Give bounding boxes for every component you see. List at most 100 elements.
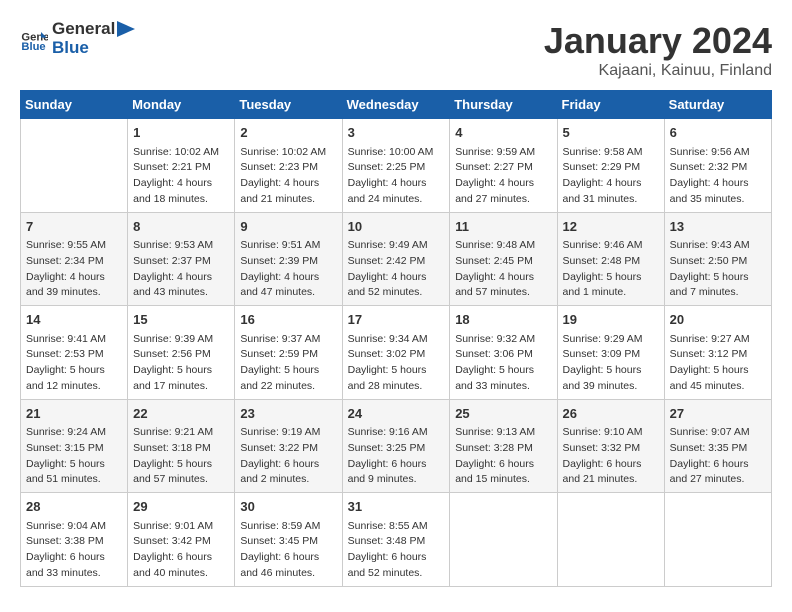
day-info: Sunrise: 10:02 AMSunset: 2:23 PMDaylight… — [240, 145, 336, 208]
day-number: 27 — [670, 404, 766, 424]
calendar-week-3: 14Sunrise: 9:41 AMSunset: 2:53 PMDayligh… — [21, 306, 772, 400]
calendar-cell: 20Sunrise: 9:27 AMSunset: 3:12 PMDayligh… — [664, 306, 771, 400]
calendar-cell — [557, 493, 664, 587]
day-info: Sunrise: 9:37 AMSunset: 2:59 PMDaylight:… — [240, 332, 336, 395]
logo-general-text: General — [52, 20, 115, 39]
day-number: 6 — [670, 123, 766, 143]
title-section: January 2024 Kajaani, Kainuu, Finland — [544, 20, 772, 80]
day-number: 22 — [133, 404, 229, 424]
day-number: 21 — [26, 404, 122, 424]
day-number: 9 — [240, 217, 336, 237]
day-number: 13 — [670, 217, 766, 237]
calendar-cell: 14Sunrise: 9:41 AMSunset: 2:53 PMDayligh… — [21, 306, 128, 400]
calendar-week-2: 7Sunrise: 9:55 AMSunset: 2:34 PMDaylight… — [21, 212, 772, 306]
day-info: Sunrise: 9:32 AMSunset: 3:06 PMDaylight:… — [455, 332, 551, 395]
day-info: Sunrise: 9:19 AMSunset: 3:22 PMDaylight:… — [240, 425, 336, 488]
day-info: Sunrise: 9:16 AMSunset: 3:25 PMDaylight:… — [348, 425, 445, 488]
calendar-cell: 23Sunrise: 9:19 AMSunset: 3:22 PMDayligh… — [235, 399, 342, 493]
day-number: 3 — [348, 123, 445, 143]
day-number: 24 — [348, 404, 445, 424]
day-number: 20 — [670, 310, 766, 330]
calendar-cell: 3Sunrise: 10:00 AMSunset: 2:25 PMDayligh… — [342, 119, 450, 213]
calendar-cell: 1Sunrise: 10:02 AMSunset: 2:21 PMDayligh… — [128, 119, 235, 213]
day-number: 15 — [133, 310, 229, 330]
weekday-header-monday: Monday — [128, 91, 235, 119]
calendar-cell — [664, 493, 771, 587]
calendar-subtitle: Kajaani, Kainuu, Finland — [544, 62, 772, 80]
calendar-cell: 21Sunrise: 9:24 AMSunset: 3:15 PMDayligh… — [21, 399, 128, 493]
day-info: Sunrise: 9:53 AMSunset: 2:37 PMDaylight:… — [133, 238, 229, 301]
calendar-cell — [21, 119, 128, 213]
day-info: Sunrise: 9:24 AMSunset: 3:15 PMDaylight:… — [26, 425, 122, 488]
day-number: 8 — [133, 217, 229, 237]
day-info: Sunrise: 9:13 AMSunset: 3:28 PMDaylight:… — [455, 425, 551, 488]
day-info: Sunrise: 10:00 AMSunset: 2:25 PMDaylight… — [348, 145, 445, 208]
logo-icon: General Blue — [20, 25, 48, 53]
day-number: 16 — [240, 310, 336, 330]
day-number: 10 — [348, 217, 445, 237]
day-info: Sunrise: 9:34 AMSunset: 3:02 PMDaylight:… — [348, 332, 445, 395]
calendar-cell: 2Sunrise: 10:02 AMSunset: 2:23 PMDayligh… — [235, 119, 342, 213]
calendar-cell: 30Sunrise: 8:59 AMSunset: 3:45 PMDayligh… — [235, 493, 342, 587]
day-info: Sunrise: 9:51 AMSunset: 2:39 PMDaylight:… — [240, 238, 336, 301]
day-info: Sunrise: 9:48 AMSunset: 2:45 PMDaylight:… — [455, 238, 551, 301]
calendar-cell: 12Sunrise: 9:46 AMSunset: 2:48 PMDayligh… — [557, 212, 664, 306]
calendar-cell: 8Sunrise: 9:53 AMSunset: 2:37 PMDaylight… — [128, 212, 235, 306]
day-info: Sunrise: 10:02 AMSunset: 2:21 PMDaylight… — [133, 145, 229, 208]
weekday-header-sunday: Sunday — [21, 91, 128, 119]
calendar-header-row: SundayMondayTuesdayWednesdayThursdayFrid… — [21, 91, 772, 119]
calendar-body: 1Sunrise: 10:02 AMSunset: 2:21 PMDayligh… — [21, 119, 772, 587]
day-info: Sunrise: 8:59 AMSunset: 3:45 PMDaylight:… — [240, 519, 336, 582]
calendar-cell: 7Sunrise: 9:55 AMSunset: 2:34 PMDaylight… — [21, 212, 128, 306]
day-number: 28 — [26, 497, 122, 517]
day-number: 17 — [348, 310, 445, 330]
calendar-cell: 29Sunrise: 9:01 AMSunset: 3:42 PMDayligh… — [128, 493, 235, 587]
calendar-week-4: 21Sunrise: 9:24 AMSunset: 3:15 PMDayligh… — [21, 399, 772, 493]
calendar-cell: 18Sunrise: 9:32 AMSunset: 3:06 PMDayligh… — [450, 306, 557, 400]
weekday-header-wednesday: Wednesday — [342, 91, 450, 119]
day-info: Sunrise: 9:56 AMSunset: 2:32 PMDaylight:… — [670, 145, 766, 208]
day-info: Sunrise: 9:49 AMSunset: 2:42 PMDaylight:… — [348, 238, 445, 301]
day-info: Sunrise: 9:04 AMSunset: 3:38 PMDaylight:… — [26, 519, 122, 582]
calendar-cell: 31Sunrise: 8:55 AMSunset: 3:48 PMDayligh… — [342, 493, 450, 587]
day-number: 26 — [563, 404, 659, 424]
day-info: Sunrise: 8:55 AMSunset: 3:48 PMDaylight:… — [348, 519, 445, 582]
day-number: 14 — [26, 310, 122, 330]
calendar-cell: 25Sunrise: 9:13 AMSunset: 3:28 PMDayligh… — [450, 399, 557, 493]
calendar-cell: 17Sunrise: 9:34 AMSunset: 3:02 PMDayligh… — [342, 306, 450, 400]
day-number: 18 — [455, 310, 551, 330]
day-info: Sunrise: 9:59 AMSunset: 2:27 PMDaylight:… — [455, 145, 551, 208]
calendar-week-5: 28Sunrise: 9:04 AMSunset: 3:38 PMDayligh… — [21, 493, 772, 587]
calendar-cell: 11Sunrise: 9:48 AMSunset: 2:45 PMDayligh… — [450, 212, 557, 306]
weekday-header-thursday: Thursday — [450, 91, 557, 119]
day-number: 7 — [26, 217, 122, 237]
logo: General Blue General Blue — [20, 20, 139, 57]
calendar-cell: 24Sunrise: 9:16 AMSunset: 3:25 PMDayligh… — [342, 399, 450, 493]
calendar-cell: 26Sunrise: 9:10 AMSunset: 3:32 PMDayligh… — [557, 399, 664, 493]
calendar-table: SundayMondayTuesdayWednesdayThursdayFrid… — [20, 90, 772, 587]
calendar-week-1: 1Sunrise: 10:02 AMSunset: 2:21 PMDayligh… — [21, 119, 772, 213]
day-number: 4 — [455, 123, 551, 143]
day-info: Sunrise: 9:43 AMSunset: 2:50 PMDaylight:… — [670, 238, 766, 301]
day-info: Sunrise: 9:21 AMSunset: 3:18 PMDaylight:… — [133, 425, 229, 488]
day-info: Sunrise: 9:46 AMSunset: 2:48 PMDaylight:… — [563, 238, 659, 301]
weekday-header-friday: Friday — [557, 91, 664, 119]
day-number: 23 — [240, 404, 336, 424]
calendar-cell: 19Sunrise: 9:29 AMSunset: 3:09 PMDayligh… — [557, 306, 664, 400]
calendar-cell: 5Sunrise: 9:58 AMSunset: 2:29 PMDaylight… — [557, 119, 664, 213]
day-info: Sunrise: 9:58 AMSunset: 2:29 PMDaylight:… — [563, 145, 659, 208]
day-info: Sunrise: 9:27 AMSunset: 3:12 PMDaylight:… — [670, 332, 766, 395]
page-header: General Blue General Blue January 2024 K… — [20, 20, 772, 80]
day-info: Sunrise: 9:39 AMSunset: 2:56 PMDaylight:… — [133, 332, 229, 395]
day-info: Sunrise: 9:55 AMSunset: 2:34 PMDaylight:… — [26, 238, 122, 301]
calendar-cell: 16Sunrise: 9:37 AMSunset: 2:59 PMDayligh… — [235, 306, 342, 400]
day-info: Sunrise: 9:07 AMSunset: 3:35 PMDaylight:… — [670, 425, 766, 488]
svg-text:Blue: Blue — [21, 41, 45, 53]
calendar-cell: 15Sunrise: 9:39 AMSunset: 2:56 PMDayligh… — [128, 306, 235, 400]
weekday-header-tuesday: Tuesday — [235, 91, 342, 119]
calendar-cell: 28Sunrise: 9:04 AMSunset: 3:38 PMDayligh… — [21, 493, 128, 587]
logo-blue-text: Blue — [52, 39, 139, 58]
day-number: 30 — [240, 497, 336, 517]
day-info: Sunrise: 9:01 AMSunset: 3:42 PMDaylight:… — [133, 519, 229, 582]
calendar-cell: 10Sunrise: 9:49 AMSunset: 2:42 PMDayligh… — [342, 212, 450, 306]
